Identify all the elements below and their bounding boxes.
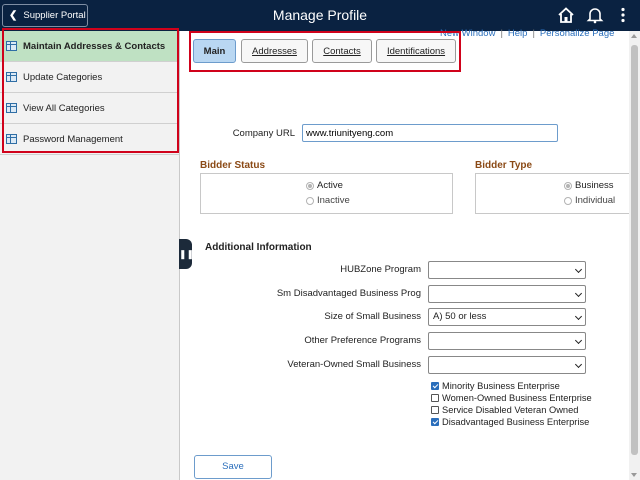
top-banner: ❮ Supplier Portal Manage Profile <box>0 0 640 31</box>
tab-main[interactable]: Main <box>193 39 236 63</box>
new-window-link[interactable]: New Window <box>440 28 495 39</box>
more-vertical-icon[interactable] <box>614 6 632 24</box>
home-icon[interactable] <box>557 6 575 24</box>
tab-label: Main <box>203 45 226 57</box>
service-disabled-veteran-owned-checkbox[interactable]: Service Disabled Veteran Owned <box>431 405 578 415</box>
radio-unselected-icon <box>564 196 572 205</box>
sidebar-item-password-management[interactable]: Password Management <box>0 124 179 155</box>
radio-selected-icon <box>306 181 314 190</box>
sidebar-item-label: View All Categories <box>23 102 105 114</box>
chevron-down-icon <box>574 336 583 345</box>
radio-unselected-icon <box>306 196 314 205</box>
list-page-icon <box>6 41 17 51</box>
sm-disadvantaged-business-prog-select[interactable] <box>428 285 586 303</box>
select-value: A) 50 or less <box>433 311 487 322</box>
sidebar-item-label: Maintain Addresses & Contacts <box>23 40 166 52</box>
list-page-icon <box>6 134 17 144</box>
sidebar-item-maintain-addresses-contacts[interactable]: Maintain Addresses & Contacts <box>0 31 179 62</box>
bidder-status-title: Bidder Status <box>200 160 266 171</box>
checkbox-unchecked-icon <box>431 394 439 402</box>
list-page-icon <box>6 72 17 82</box>
other-preference-programs-select[interactable] <box>428 332 586 350</box>
save-button[interactable]: Save <box>194 455 272 479</box>
size-of-small-business-label: Size of Small Business <box>324 311 421 322</box>
company-url-input[interactable] <box>302 124 558 142</box>
sidebar-item-label: Password Management <box>23 133 123 145</box>
veteran-owned-small-business-label: Veteran-Owned Small Business <box>287 359 421 370</box>
checkbox-checked-icon <box>431 418 439 426</box>
radio-label: Business <box>575 180 614 191</box>
vertical-scrollbar[interactable] <box>629 31 640 480</box>
veteran-owned-small-business-select[interactable] <box>428 356 586 374</box>
page-links: New Window | Help | Personalize Page <box>440 28 615 39</box>
disadvantaged-business-enterprise-checkbox[interactable]: Disadvantaged Business Enterprise <box>431 417 589 427</box>
sidebar-item-view-all-categories[interactable]: View All Categories <box>0 93 179 124</box>
sidebar: Maintain Addresses & Contacts Update Cat… <box>0 31 180 480</box>
scroll-up-arrow-icon[interactable] <box>631 34 637 38</box>
list-page-icon <box>6 103 17 113</box>
radio-label: Inactive <box>317 195 350 206</box>
help-link[interactable]: Help <box>508 28 528 39</box>
checkbox-label: Disadvantaged Business Enterprise <box>442 417 590 427</box>
checkbox-label: Women-Owned Business Enterprise <box>442 393 592 403</box>
tab-label: Identifications <box>386 45 446 57</box>
scroll-down-arrow-icon[interactable] <box>631 473 637 477</box>
tab-addresses[interactable]: Addresses <box>241 39 308 63</box>
other-preference-programs-label: Other Preference Programs <box>304 335 421 346</box>
tab-label: Contacts <box>323 45 361 57</box>
sidebar-item-update-categories[interactable]: Update Categories <box>0 62 179 93</box>
minority-business-enterprise-checkbox[interactable]: Minority Business Enterprise <box>431 381 560 391</box>
radio-label: Individual <box>575 195 616 206</box>
chevron-down-icon <box>574 360 583 369</box>
personalize-page-link[interactable]: Personalize Page <box>540 28 614 39</box>
page-title: Manage Profile <box>272 7 368 23</box>
sidebar-item-label: Update Categories <box>23 71 103 83</box>
checkbox-label: Service Disabled Veteran Owned <box>442 405 579 415</box>
bell-icon[interactable] <box>586 6 604 24</box>
bidder-type-business-radio[interactable]: Business <box>564 180 614 191</box>
hubzone-program-label: HUBZone Program <box>340 264 421 275</box>
checkbox-checked-icon <box>431 382 439 390</box>
company-url-label: Company URL <box>232 128 295 139</box>
hubzone-program-select[interactable] <box>428 261 586 279</box>
bidder-status-inactive-radio[interactable]: Inactive <box>306 195 350 206</box>
bidder-type-individual-radio[interactable]: Individual <box>564 195 615 206</box>
scrollbar-thumb[interactable] <box>631 45 638 455</box>
radio-selected-icon <box>564 181 572 190</box>
size-of-small-business-select[interactable]: A) 50 or less <box>428 308 586 326</box>
bidder-status-active-radio[interactable]: Active <box>306 180 343 191</box>
tab-identifications[interactable]: Identifications <box>376 39 456 63</box>
sm-disadvantaged-business-prog-label: Sm Disadvantaged Business Prog <box>276 288 421 299</box>
chevron-down-icon <box>574 312 583 321</box>
bidder-type-title: Bidder Type <box>475 160 533 171</box>
checkbox-label: Minority Business Enterprise <box>442 381 560 391</box>
checkbox-unchecked-icon <box>431 406 439 414</box>
additional-information-title: Additional Information <box>205 242 312 253</box>
tab-contacts[interactable]: Contacts <box>312 39 372 63</box>
radio-label: Active <box>317 180 343 191</box>
collapse-sidebar-handle[interactable]: ❚❚ <box>179 239 194 269</box>
chevron-down-icon <box>574 265 583 274</box>
tab-label: Addresses <box>252 45 297 57</box>
chevron-down-icon <box>574 289 583 298</box>
women-owned-business-enterprise-checkbox[interactable]: Women-Owned Business Enterprise <box>431 393 592 403</box>
